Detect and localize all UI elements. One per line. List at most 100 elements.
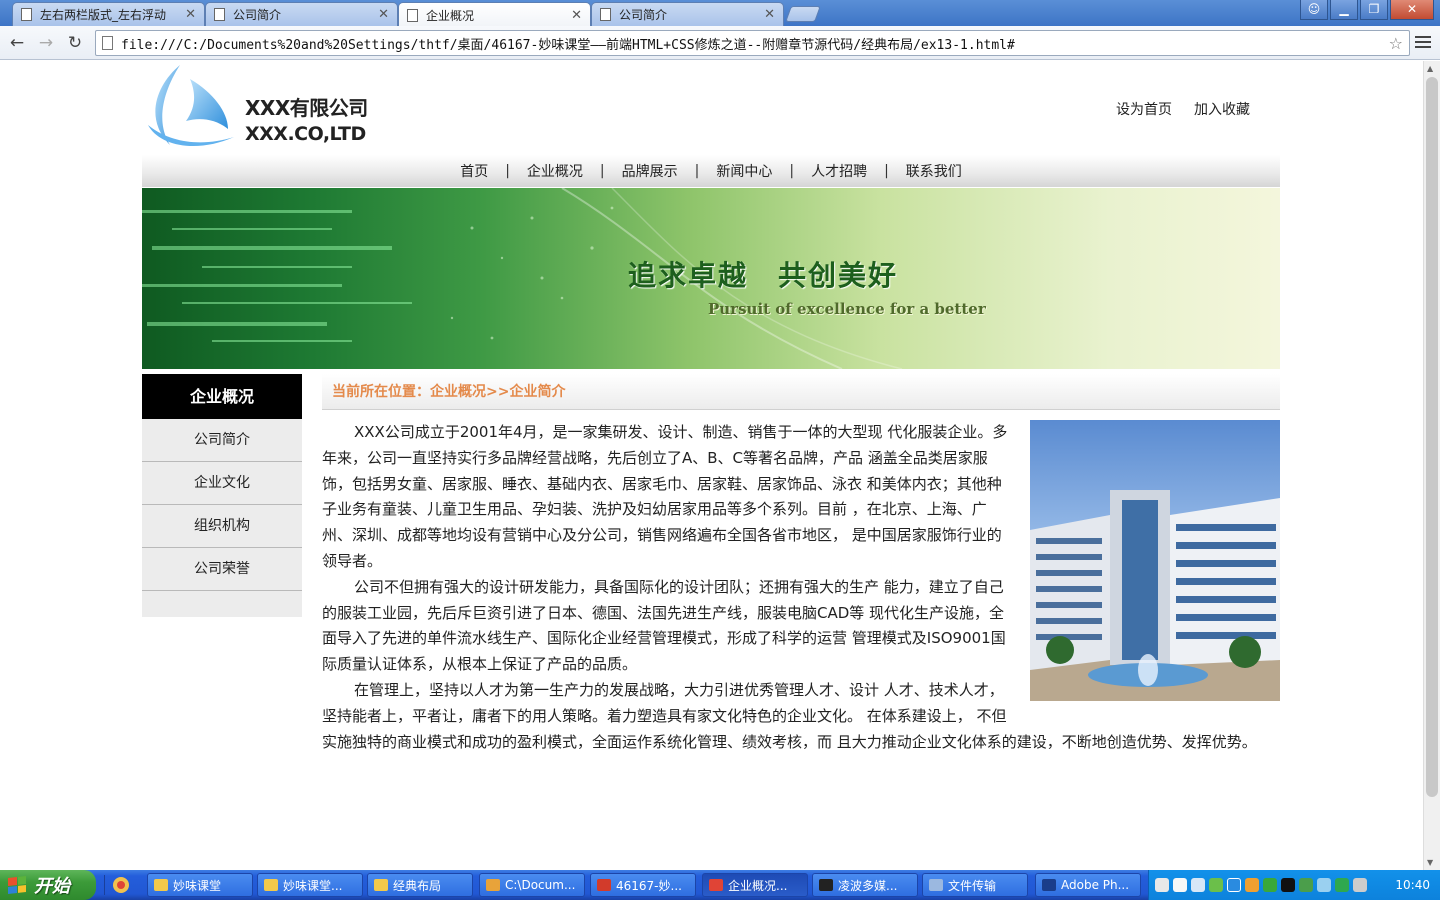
close-icon[interactable]: ✕ — [378, 7, 389, 22]
taskbar-item-label: 妙味课堂... — [283, 878, 343, 893]
nav-item-brands[interactable]: 品牌展示 — [605, 161, 695, 181]
shield-icon[interactable] — [1335, 878, 1349, 892]
browser-tab[interactable]: 公司简介 ✕ — [205, 2, 398, 26]
back-arrow-icon[interactable]: ← — [6, 32, 28, 54]
battery-icon[interactable] — [1209, 878, 1223, 892]
help-icon[interactable] — [1173, 878, 1187, 892]
taskbar-item[interactable]: 文件传输 — [922, 873, 1028, 897]
taskbar-item[interactable]: 46167-妙... — [590, 873, 696, 897]
sidebar-item-profile[interactable]: 公司简介 — [142, 419, 302, 462]
sidebar-item-structure[interactable]: 组织机构 — [142, 505, 302, 548]
scrollbar-thumb[interactable] — [1426, 77, 1438, 797]
folder-icon — [374, 879, 388, 891]
back-icon[interactable] — [1227, 878, 1241, 892]
vertical-scrollbar[interactable]: ▲ ▼ — [1423, 61, 1440, 870]
windows-taskbar: 开始 妙味课堂 妙味课堂... 经典布局 C:\Docum... 46167-妙… — [0, 870, 1440, 900]
main-nav: 首页 | 企业概况 | 品牌展示 | 新闻中心 | 人才招聘 | 联系我们 — [142, 155, 1280, 187]
taskbar-item-label: 凌波多媒... — [838, 878, 898, 893]
main-content: XXX公司成立于2001年4月，是一家集研发、设计、制造、销售于一体的大型现 代… — [322, 420, 1280, 755]
window-controls: ☺ ▁ ❐ ✕ — [1298, 0, 1434, 20]
company-logo — [148, 65, 234, 147]
nav-item-contact[interactable]: 联系我们 — [889, 161, 979, 181]
forward-arrow-icon[interactable]: → — [35, 32, 57, 54]
scroll-down-icon[interactable]: ▼ — [1427, 858, 1433, 867]
top-links: 设为首页 加入收藏 — [1116, 99, 1250, 119]
nav-item-home[interactable]: 首页 — [443, 161, 505, 181]
photoshop-icon — [1042, 879, 1056, 891]
input-method-icon[interactable] — [1191, 878, 1205, 892]
taskbar-item[interactable]: Adobe Ph... — [1035, 873, 1141, 897]
sidebar-footer — [142, 591, 302, 617]
taskbar-item[interactable]: 妙味课堂 — [147, 873, 253, 897]
taskbar-item[interactable]: 凌波多媒... — [812, 873, 918, 897]
close-icon[interactable]: ✕ — [764, 7, 775, 22]
app-tray-icon[interactable] — [1245, 878, 1259, 892]
brand-name-en: XXX.CO,LTD — [245, 123, 366, 145]
start-button[interactable]: 开始 — [0, 870, 96, 900]
tab-label: 公司简介 — [619, 8, 668, 22]
hero-banner: 追求卓越 共创美好 Pursuit of excellence for a be… — [142, 188, 1280, 369]
taskbar-item-label: 妙味课堂 — [173, 878, 222, 893]
windows-logo-icon — [8, 876, 26, 894]
plus-icon[interactable] — [1263, 878, 1277, 892]
bookmark-star-icon[interactable]: ☆ — [1389, 34, 1409, 53]
browser-toolbar: ← → ↻ file:///C:/Documents%20and%20Setti… — [0, 26, 1440, 60]
folder-icon — [154, 879, 168, 891]
sidebar-item-culture[interactable]: 企业文化 — [142, 462, 302, 505]
tab-label: 企业概况 — [426, 8, 475, 23]
brand-name-cn: XXX有限公司 — [245, 96, 368, 120]
sidebar-item-honors[interactable]: 公司荣誉 — [142, 548, 302, 591]
scroll-up-icon[interactable]: ▲ — [1427, 64, 1433, 73]
nav-item-news[interactable]: 新闻中心 — [699, 161, 789, 181]
folder-icon — [264, 879, 278, 891]
address-bar[interactable]: file:///C:/Documents%20and%20Settings/th… — [95, 30, 1410, 56]
system-clock: 10:40 — [1395, 878, 1430, 892]
browser-tab-strip: 左右两栏版式_左右浮动 ✕ 公司简介 ✕ 企业概况 ✕ 公司简介 ✕ ☺ ▁ ❐… — [0, 0, 1440, 27]
taskbar-item-label: Adobe Ph... — [1061, 878, 1130, 892]
sidebar-title: 企业概况 — [142, 374, 302, 419]
taskbar-item[interactable]: 妙味课堂... — [257, 873, 363, 897]
user-icon[interactable]: ☺ — [1300, 0, 1328, 20]
browser-tab[interactable]: 左右两栏版式_左右浮动 ✕ — [12, 2, 205, 26]
page-icon — [102, 36, 113, 50]
minimize-button[interactable]: ▁ — [1330, 0, 1358, 20]
menu-icon[interactable] — [1414, 34, 1432, 52]
taskbar-item-label: C:\Docum... — [505, 878, 576, 892]
nav-item-overview[interactable]: 企业概况 — [510, 161, 600, 181]
taskbar-item[interactable]: C:\Docum... — [479, 873, 585, 897]
system-tray: 10:40 — [1148, 870, 1440, 900]
url-text[interactable]: file:///C:/Documents%20and%20Settings/th… — [121, 34, 1389, 53]
restore-button[interactable]: ❐ — [1360, 0, 1388, 20]
brand-name: XXX有限公司 XXX.CO,LTD — [245, 95, 368, 147]
chrome-icon — [709, 879, 723, 891]
banner-subtitle: Pursuit of excellence for a better — [708, 300, 986, 318]
browser-tab[interactable]: 公司简介 ✕ — [591, 2, 784, 26]
browser-tab-active[interactable]: 企业概况 ✕ — [398, 2, 591, 27]
taskbar-item-label: 文件传输 — [948, 878, 997, 893]
volume-icon[interactable] — [1353, 878, 1367, 892]
tab-label: 公司简介 — [233, 8, 282, 22]
reload-icon[interactable]: ↻ — [64, 32, 86, 54]
close-icon[interactable]: ✕ — [185, 7, 196, 22]
taskbar-item[interactable]: 经典布局 — [367, 873, 473, 897]
network-icon[interactable] — [1299, 878, 1313, 892]
sidebar-menu: 公司简介 企业文化 组织机构 公司荣誉 — [142, 419, 302, 591]
start-label: 开始 — [34, 876, 70, 897]
quick-launch-icon[interactable] — [111, 875, 131, 895]
page-icon — [214, 8, 225, 21]
close-icon[interactable]: ✕ — [571, 8, 582, 23]
add-favorite-link[interactable]: 加入收藏 — [1194, 99, 1250, 119]
page-icon — [407, 8, 418, 22]
qq-icon[interactable] — [1281, 878, 1295, 892]
page-icon — [600, 8, 611, 21]
taskbar-item-label: 46167-妙... — [616, 878, 682, 893]
nav-item-jobs[interactable]: 人才招聘 — [794, 161, 884, 181]
keyboard-icon[interactable] — [1155, 878, 1169, 892]
monitor-icon[interactable] — [1317, 878, 1331, 892]
quick-launch — [104, 875, 136, 895]
new-tab-button[interactable] — [785, 6, 821, 22]
taskbar-item-active[interactable]: 企业概况... — [702, 873, 808, 897]
close-window-button[interactable]: ✕ — [1390, 0, 1434, 20]
set-homepage-link[interactable]: 设为首页 — [1116, 99, 1172, 119]
file-transfer-icon — [929, 879, 943, 891]
